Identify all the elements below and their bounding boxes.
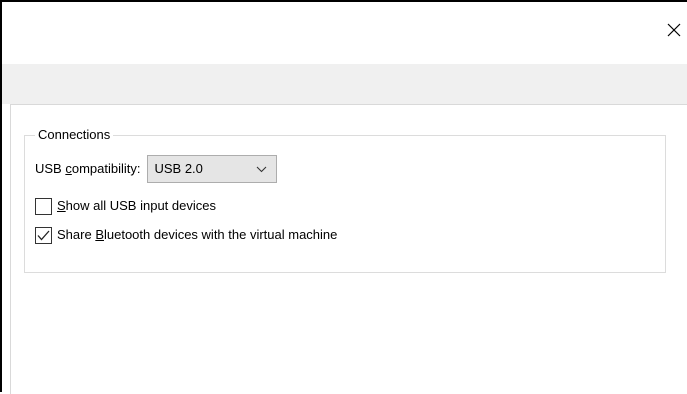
show-all-usb-accel: S	[57, 198, 66, 213]
chevron-down-icon	[257, 166, 267, 172]
close-button[interactable]	[661, 16, 687, 44]
usb-compatibility-label: USB compatibility:	[35, 161, 140, 177]
share-bluetooth-label: Share Bluetooth devices with the virtual…	[57, 227, 337, 243]
close-icon	[667, 23, 681, 37]
settings-panel: Connections USB compatibility: USB 2.0 S…	[10, 104, 687, 394]
tab-strip-area	[2, 64, 687, 104]
usb-compatibility-dropdown[interactable]: USB 2.0	[147, 155, 278, 183]
show-all-usb-devices-checkbox[interactable]	[35, 197, 52, 215]
share-bluetooth-accel: B	[95, 227, 104, 242]
usb-compatibility-value: USB 2.0	[154, 161, 203, 176]
share-bluetooth-label-pre: Share	[57, 227, 96, 242]
show-all-usb-devices-option[interactable]: Show all USB input devices	[35, 196, 216, 216]
connections-group: Connections USB compatibility: USB 2.0 S…	[24, 127, 666, 273]
usb-compatibility-row: USB compatibility: USB 2.0	[35, 154, 278, 184]
share-bluetooth-label-post: luetooth devices with the virtual machin…	[103, 227, 338, 242]
share-bluetooth-option[interactable]: Share Bluetooth devices with the virtual…	[35, 225, 337, 245]
usb-label-post: ompatibility:	[71, 161, 141, 176]
connections-legend: Connections	[35, 127, 114, 143]
checkmark-icon	[37, 230, 50, 240]
settings-window: Connections USB compatibility: USB 2.0 S…	[0, 0, 687, 394]
show-all-usb-label-post: how all USB input devices	[65, 198, 216, 213]
share-bluetooth-checkbox[interactable]	[35, 226, 52, 244]
show-all-usb-devices-label: Show all USB input devices	[57, 198, 216, 214]
usb-label-pre: USB	[35, 161, 66, 176]
